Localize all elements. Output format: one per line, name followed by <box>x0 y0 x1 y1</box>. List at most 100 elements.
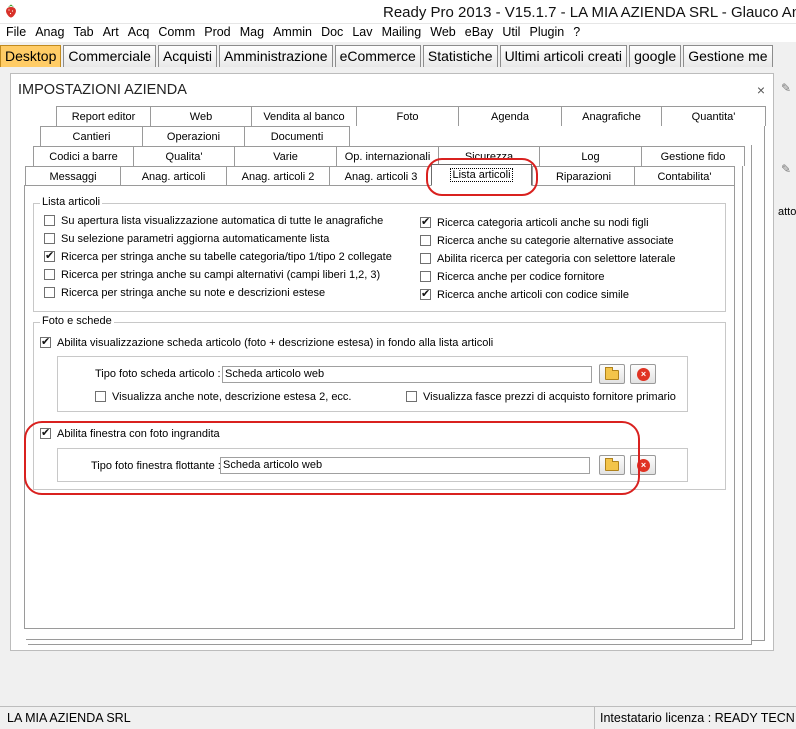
checkbox-checked[interactable] <box>44 249 55 262</box>
opt-label: Su selezione parametri aggiorna automati… <box>61 233 330 245</box>
tab-anag-articoli-3[interactable]: Anag. articoli 3 <box>329 166 433 186</box>
menu-mailing[interactable]: Mailing <box>376 24 422 39</box>
opt-selettore-laterale[interactable]: Abilita ricerca per categoria con selett… <box>420 253 675 269</box>
opt-abilita-scheda[interactable]: Abilita visualizzazione scheda articolo … <box>40 335 493 353</box>
tab-messaggi[interactable]: Messaggi <box>25 166 121 186</box>
opt-ricerca-note[interactable]: Ricerca per stringa anche su note e desc… <box>44 287 325 303</box>
tab-report-editor[interactable]: Report editor <box>56 106 151 126</box>
checkbox[interactable] <box>44 269 55 280</box>
tab-quantita[interactable]: Quantita' <box>661 106 766 126</box>
tab-vendita-banco[interactable]: Vendita al banco <box>251 106 357 126</box>
tab-anagrafiche[interactable]: Anagrafiche <box>561 106 662 126</box>
menu-util[interactable]: Util <box>496 24 520 39</box>
foto-schede-group-title: Foto e schede <box>40 315 114 327</box>
tab-cantieri[interactable]: Cantieri <box>40 126 143 146</box>
tab-log[interactable]: Log <box>539 146 642 166</box>
opt-ricerca-tabelle[interactable]: Ricerca per stringa anche su tabelle cat… <box>44 249 392 267</box>
highlight-annotation <box>426 158 538 196</box>
menu-file[interactable]: File <box>0 24 26 39</box>
opt-categoria-figli[interactable]: Ricerca categoria articoli anche su nodi… <box>420 215 649 233</box>
tab-anag-articoli[interactable]: Anag. articoli <box>120 166 227 186</box>
desktop-shortcut-icon[interactable]: ✎ <box>781 162 791 176</box>
close-icon[interactable]: × <box>757 82 765 98</box>
app-tab-commerciale[interactable]: Commerciale <box>63 45 156 67</box>
menu-ammin[interactable]: Ammin <box>267 24 312 39</box>
menu-plugin[interactable]: Plugin <box>523 24 564 39</box>
checkbox[interactable] <box>95 391 106 402</box>
app-tab-acquisti[interactable]: Acquisti <box>157 45 217 67</box>
menu-anag[interactable]: Anag <box>29 24 64 39</box>
opt-codice-fornitore[interactable]: Ricerca anche per codice fornitore <box>420 271 605 287</box>
tab-varie[interactable]: Varie <box>234 146 337 166</box>
tipo-foto-scheda-label: Tipo foto scheda articolo : <box>95 368 221 380</box>
opt-label: Abilita ricerca per categoria con selett… <box>437 253 676 265</box>
tab-agenda[interactable]: Agenda <box>458 106 562 126</box>
tab-documenti[interactable]: Documenti <box>244 126 350 146</box>
strawberry-app-icon <box>6 4 16 18</box>
checkbox[interactable] <box>44 233 55 244</box>
opt-categorie-alternative[interactable]: Ricerca anche su categorie alternative a… <box>420 235 674 251</box>
app-tab-ecommerce[interactable]: eCommerce <box>334 45 421 67</box>
tab-riparazioni[interactable]: Riparazioni <box>532 166 635 186</box>
checkbox[interactable] <box>44 287 55 298</box>
app-tab-gestione[interactable]: Gestione me <box>683 45 773 67</box>
opt-label: Ricerca anche per codice fornitore <box>437 271 605 283</box>
opt-label: Ricerca per stringa anche su tabelle cat… <box>61 251 392 263</box>
tab-qualita[interactable]: Qualita' <box>133 146 235 166</box>
checkbox-checked[interactable] <box>40 335 51 348</box>
app-tab-statistiche[interactable]: Statistiche <box>422 45 498 67</box>
checkbox-checked[interactable] <box>420 215 431 228</box>
highlight-annotation <box>24 421 640 495</box>
menu-prod[interactable]: Prod <box>198 24 230 39</box>
tab-web[interactable]: Web <box>150 106 252 126</box>
menu-doc[interactable]: Doc <box>315 24 343 39</box>
menu-web[interactable]: Web <box>424 24 455 39</box>
status-company: LA MIA AZIENDA SRL <box>7 711 131 725</box>
tab-operazioni[interactable]: Operazioni <box>142 126 245 146</box>
opt-label: Ricerca anche su categorie alternative a… <box>437 235 674 247</box>
menu-acq[interactable]: Acq <box>122 24 150 39</box>
opt-aggiorna-lista[interactable]: Su selezione parametri aggiorna automati… <box>44 233 329 249</box>
checkbox[interactable] <box>420 235 431 246</box>
checkbox[interactable] <box>420 253 431 264</box>
status-license: Intestatario licenza : READY TECN <box>594 707 796 729</box>
checkbox[interactable] <box>406 391 417 402</box>
opt-codice-simile[interactable]: Ricerca anche articoli con codice simile <box>420 287 629 305</box>
opt-label: Su apertura lista visualizzazione automa… <box>61 215 384 227</box>
tab-codici-barre[interactable]: Codici a barre <box>33 146 134 166</box>
app-tab-desktop[interactable]: Desktop <box>0 45 62 67</box>
menu-art[interactable]: Art <box>97 24 119 39</box>
checkbox-checked[interactable] <box>420 287 431 300</box>
tab-foto[interactable]: Foto <box>356 106 459 126</box>
browse-folder-button[interactable] <box>599 364 625 384</box>
opt-label: Ricerca anche articoli con codice simile <box>437 289 629 301</box>
tab-contabilita[interactable]: Contabilita' <box>634 166 735 186</box>
checkbox[interactable] <box>44 215 55 226</box>
tab-anag-articoli-2[interactable]: Anag. articoli 2 <box>226 166 330 186</box>
clear-button[interactable]: × <box>630 364 656 384</box>
tab-op-internazionali[interactable]: Op. internazionali <box>336 146 439 166</box>
menu-ebay[interactable]: eBay <box>459 24 494 39</box>
opt-visualizza-fasce[interactable]: Visualizza fasce prezzi di acquisto forn… <box>406 391 676 407</box>
menu-help[interactable]: ? <box>567 24 580 39</box>
status-bar: LA MIA AZIENDA SRL Intestatario licenza … <box>0 706 796 729</box>
menu-comm[interactable]: Comm <box>152 24 195 39</box>
menu-mag[interactable]: Mag <box>234 24 264 39</box>
app-tab-amministrazione[interactable]: Amministrazione <box>219 45 333 67</box>
opt-label: Ricerca categoria articoli anche su nodi… <box>437 217 649 229</box>
opt-label: Ricerca per stringa anche su campi alter… <box>61 269 381 281</box>
settings-window-title: IMPOSTAZIONI AZIENDA <box>18 82 187 98</box>
menu-lav[interactable]: Lav <box>346 24 372 39</box>
checkbox[interactable] <box>420 271 431 282</box>
menu-tab[interactable]: Tab <box>67 24 93 39</box>
tab-gestione-fido[interactable]: Gestione fido <box>641 146 745 166</box>
tipo-foto-scheda-field[interactable]: Scheda articolo web <box>222 366 592 383</box>
app-tab-strip: Desktop Commerciale Acquisti Amministraz… <box>0 43 796 67</box>
menu-bar: File Anag Tab Art Acq Comm Prod Mag Ammi… <box>0 24 796 42</box>
desktop-shortcut-icon[interactable]: ✎ <box>781 81 791 95</box>
app-tab-ultimi-articoli[interactable]: Ultimi articoli creati <box>499 45 628 67</box>
opt-visualizza-note[interactable]: Visualizza anche note, descrizione estes… <box>95 391 352 407</box>
opt-apertura-lista[interactable]: Su apertura lista visualizzazione automa… <box>44 215 383 231</box>
app-tab-google[interactable]: google <box>629 45 682 67</box>
opt-ricerca-campi-alt[interactable]: Ricerca per stringa anche su campi alter… <box>44 269 380 285</box>
